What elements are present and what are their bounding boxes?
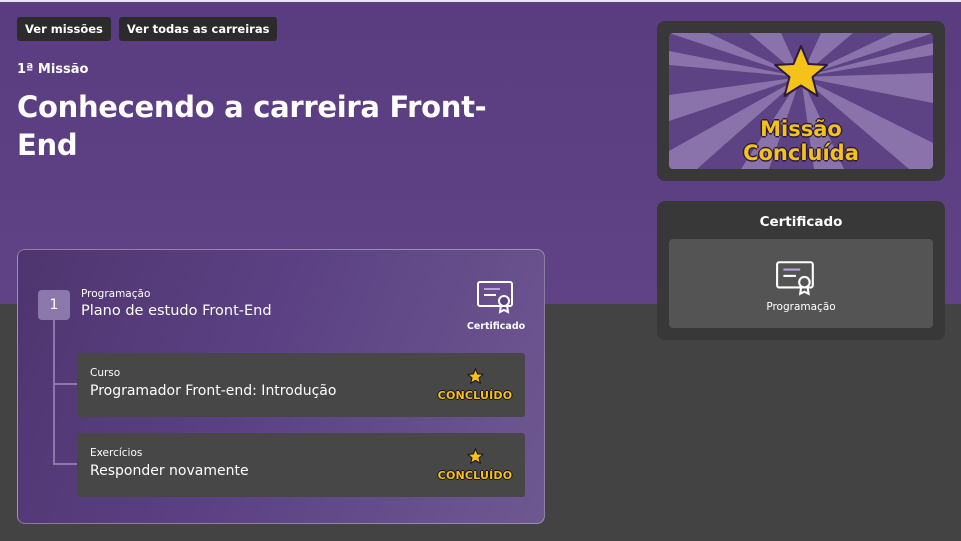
step-number-badge: 1 [38, 290, 70, 320]
certificate-badge[interactable]: Certificado [463, 280, 529, 332]
mission-completed-text: Missão Concluída [669, 117, 933, 165]
tree-branch [53, 383, 77, 385]
step-category: Programação [81, 288, 151, 300]
certificate-item-label: Programação [766, 301, 836, 313]
certificate-panel-title: Certificado [759, 214, 843, 230]
mission-card: 1 Programação Plano de estudo Front-End … [17, 249, 545, 524]
see-missions-button[interactable]: Ver missões [17, 17, 111, 41]
mission-item-course[interactable]: Curso Programador Front-end: Introdução … [77, 353, 525, 417]
certificate-panel: Certificado Programação [657, 201, 945, 340]
completed-label: CONCLUÍDO [437, 389, 513, 402]
mission-item-exercises[interactable]: Exercícios Responder novamente CONCLUÍDO [77, 433, 525, 497]
certificate-icon [476, 280, 516, 318]
step-name: Plano de estudo Front-End [81, 303, 272, 319]
top-navigation: Ver missões Ver todas as carreiras [17, 17, 278, 41]
item-category: Exercícios [90, 447, 143, 459]
mission-completed-banner: Missão Concluída [669, 33, 933, 169]
mission-completed-line2: Concluída [743, 141, 859, 165]
certificate-card[interactable]: Programação [669, 239, 933, 328]
tree-connector [53, 320, 55, 465]
mission-number: 1ª Missão [17, 62, 89, 77]
see-all-careers-button[interactable]: Ver todas as carreiras [118, 17, 278, 41]
item-name: Responder novamente [90, 463, 249, 479]
mission-completed-line1: Missão [760, 117, 842, 141]
item-name: Programador Front-end: Introdução [90, 383, 337, 399]
certificate-icon [775, 260, 817, 300]
certificate-label: Certificado [466, 321, 526, 332]
completed-status: CONCLUÍDO [437, 448, 513, 482]
item-category: Curso [90, 367, 121, 379]
star-icon [466, 368, 484, 388]
completed-label: CONCLUÍDO [437, 469, 513, 482]
tree-branch [53, 463, 77, 465]
page-title: Conhecendo a carreira Front-End [17, 90, 487, 162]
mission-completed-panel: Missão Concluída [657, 21, 945, 181]
star-icon [466, 448, 484, 468]
completed-status: CONCLUÍDO [437, 368, 513, 402]
